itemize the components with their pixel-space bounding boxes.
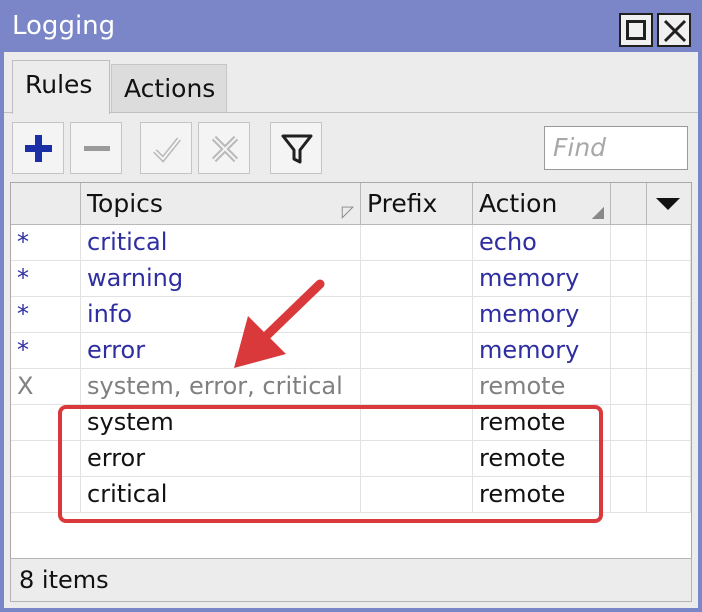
row-prefix	[361, 297, 473, 333]
row-topics: error	[81, 441, 361, 477]
row-spacer	[611, 261, 647, 297]
row-topics: system, error, critical	[81, 369, 361, 405]
minus-icon	[84, 146, 110, 151]
row-filler	[647, 333, 691, 369]
row-action: memory	[473, 333, 611, 369]
row-topics: error	[81, 333, 361, 369]
row-spacer	[611, 225, 647, 261]
enable-button[interactable]	[140, 122, 192, 174]
close-button[interactable]	[657, 13, 691, 47]
row-filler	[647, 405, 691, 441]
title-bar[interactable]: Logging	[0, 0, 702, 52]
table-row[interactable]: Xsystem, error, critical remote	[11, 369, 691, 405]
find-input[interactable]: Find	[544, 126, 688, 170]
column-header-prefix[interactable]: Prefix	[361, 183, 473, 225]
window-client: Rules Actions Find Topics ◸ Prefix Actio…	[4, 52, 698, 608]
row-filler	[647, 261, 691, 297]
x-icon	[211, 135, 239, 163]
row-flag: *	[11, 261, 81, 297]
column-header-action[interactable]: Action ◢	[473, 183, 611, 225]
row-action: memory	[473, 297, 611, 333]
row-prefix	[361, 405, 473, 441]
row-topics: info	[81, 297, 361, 333]
close-icon	[663, 19, 687, 43]
table-row[interactable]: * error memory	[11, 333, 691, 369]
row-prefix	[361, 261, 473, 297]
table-row[interactable]: system remote	[11, 405, 691, 441]
table-row[interactable]: * warning memory	[11, 261, 691, 297]
column-menu-dropdown-icon[interactable]	[655, 196, 681, 212]
table-row[interactable]: * critical echo	[11, 225, 691, 261]
window-title: Logging	[12, 11, 116, 41]
row-flag: X	[11, 369, 81, 405]
maximize-button[interactable]	[619, 13, 653, 47]
table-row[interactable]: critical remote	[11, 477, 691, 513]
item-count: 8 items	[19, 566, 109, 594]
column-header-flags[interactable]	[11, 183, 81, 225]
row-action: remote	[473, 369, 611, 405]
status-bar: 8 items	[10, 558, 692, 602]
row-prefix	[361, 333, 473, 369]
row-prefix	[361, 369, 473, 405]
column-header-spacer	[611, 183, 647, 225]
table-row[interactable]: * info memory	[11, 297, 691, 333]
tab-actions[interactable]: Actions	[111, 64, 227, 112]
logging-window: Logging Rules Actions Find Topics ◸ Pref…	[0, 0, 702, 612]
row-filler	[647, 225, 691, 261]
row-spacer	[611, 441, 647, 477]
row-topics: critical	[81, 477, 361, 513]
remove-button[interactable]	[70, 122, 122, 174]
row-flag: *	[11, 333, 81, 369]
row-topics: critical	[81, 225, 361, 261]
add-button[interactable]	[12, 122, 64, 174]
row-spacer	[611, 405, 647, 441]
row-topics: system	[81, 405, 361, 441]
row-action: remote	[473, 477, 611, 513]
row-filler	[647, 369, 691, 405]
row-spacer	[611, 477, 647, 513]
row-flag	[11, 477, 81, 513]
row-filler	[647, 477, 691, 513]
row-action: echo	[473, 225, 611, 261]
maximize-icon	[626, 20, 646, 40]
row-action: memory	[473, 261, 611, 297]
rules-table: Topics ◸ Prefix Action ◢ * critical echo * w…	[10, 182, 692, 570]
row-flag	[11, 441, 81, 477]
row-flag: *	[11, 297, 81, 333]
filter-button[interactable]	[270, 122, 322, 174]
table-row[interactable]: error remote	[11, 441, 691, 477]
row-flag	[11, 405, 81, 441]
row-spacer	[611, 297, 647, 333]
row-action: remote	[473, 405, 611, 441]
column-header-action-label: Action	[479, 189, 558, 218]
row-topics: warning	[81, 261, 361, 297]
plus-icon	[25, 135, 52, 162]
column-header-topics-label: Topics	[87, 189, 163, 218]
row-prefix	[361, 225, 473, 261]
disable-button[interactable]	[198, 122, 250, 174]
row-spacer	[611, 333, 647, 369]
row-filler	[647, 297, 691, 333]
tab-rules[interactable]: Rules	[12, 60, 110, 114]
table-header: Topics ◸ Prefix Action ◢	[11, 183, 691, 225]
row-prefix	[361, 441, 473, 477]
column-header-topics[interactable]: Topics ◸	[81, 183, 361, 225]
row-flag: *	[11, 225, 81, 261]
row-spacer	[611, 369, 647, 405]
row-action: remote	[473, 441, 611, 477]
check-icon	[153, 137, 181, 163]
row-prefix	[361, 477, 473, 513]
row-filler	[647, 441, 691, 477]
filter-icon	[281, 134, 313, 164]
